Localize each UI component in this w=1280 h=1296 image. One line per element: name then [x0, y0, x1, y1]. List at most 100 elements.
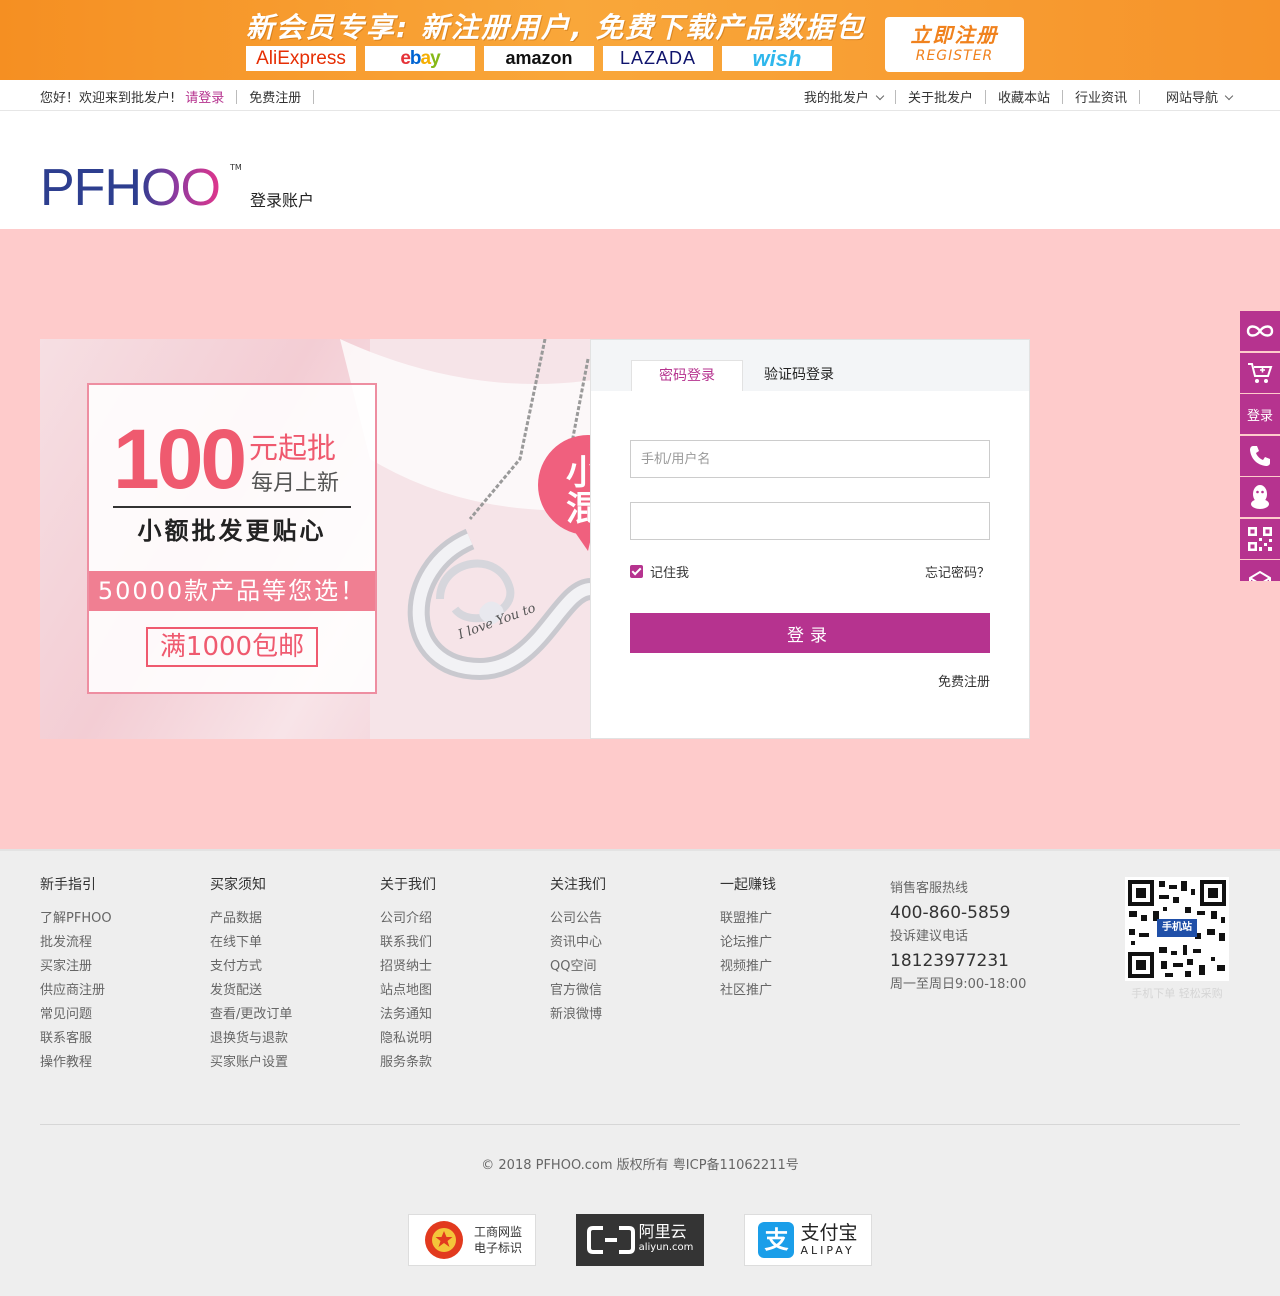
- mail-icon[interactable]: [1240, 560, 1280, 581]
- checkbox-checked-icon: [630, 565, 643, 578]
- cart-icon[interactable]: [1240, 352, 1280, 393]
- infinity-icon[interactable]: [1240, 311, 1280, 351]
- trust-badges: 工商网监 电子标识 阿里云 aliyun.com 支 支付宝 ALIPAY: [408, 1214, 912, 1266]
- footer-link[interactable]: 视频推广: [720, 955, 880, 979]
- remember-me-checkbox[interactable]: 记住我: [630, 562, 689, 581]
- emblem-icon: [424, 1221, 463, 1259]
- footer-col-about: 关于我们 公司介绍 联系我们 招贤纳士 站点地图 法务通知 隐私说明 服务条款: [380, 875, 540, 1075]
- footer-link[interactable]: 在线下单: [210, 931, 370, 955]
- aliexpress-logo: AliExpress: [246, 46, 356, 71]
- wish-logo: wish: [722, 46, 832, 71]
- footer-link[interactable]: 买家注册: [40, 955, 200, 979]
- footer-link[interactable]: QQ空间: [550, 955, 710, 979]
- footer-link[interactable]: 论坛推广: [720, 931, 880, 955]
- bubble-text: 小 混: [566, 453, 591, 529]
- aliyun-domain: aliyun.com: [638, 1242, 694, 1253]
- trademark-mark: TM: [230, 163, 242, 172]
- footer-link[interactable]: 社区推广: [720, 979, 880, 1003]
- nav-divider: [236, 89, 238, 104]
- footer-link[interactable]: 查看/更改订单: [210, 1003, 370, 1027]
- industry-news-link[interactable]: 行业资讯: [1075, 87, 1127, 106]
- bookmark-link[interactable]: 收藏本站: [998, 87, 1050, 106]
- footer-link[interactable]: 买家账户设置: [210, 1051, 370, 1075]
- footer-link[interactable]: 新浪微博: [550, 1003, 710, 1027]
- qr-badge-text: 手机站: [1162, 922, 1192, 933]
- ebay-logo: ebay: [365, 46, 475, 71]
- promo-card: 100 元起批 每月上新 小额批发更贴心 50000款产品等您选！ 满1000包…: [87, 383, 377, 694]
- footer-col-title: 新手指引: [40, 877, 96, 893]
- gongshang-badge[interactable]: 工商网监 电子标识: [408, 1214, 536, 1266]
- register-link[interactable]: 免费注册: [249, 87, 301, 106]
- my-account-menu[interactable]: 我的批发户: [804, 87, 885, 106]
- footer-link[interactable]: 联盟推广: [720, 907, 880, 931]
- footer-link[interactable]: 站点地图: [380, 979, 540, 1003]
- footer-link[interactable]: 退换货与退款: [210, 1027, 370, 1051]
- footer-col-title: 关于我们: [380, 877, 436, 893]
- footer-link[interactable]: 批发流程: [40, 931, 200, 955]
- footer-link[interactable]: 服务条款: [380, 1051, 540, 1075]
- register-button-sublabel: REGISTER: [915, 48, 994, 64]
- nav-divider: [1061, 89, 1063, 104]
- footer-link[interactable]: 发货配送: [210, 979, 370, 1003]
- pfhoo-logo-graphic: PFHOO: [40, 159, 221, 217]
- top-promo-banner[interactable]: 新会员专享: 新注册用户, 免费下载产品数据包 AliExpress ebay …: [0, 0, 1280, 80]
- footer-link[interactable]: 资讯中心: [550, 931, 710, 955]
- copyright-text: © 2018 PFHOO.com 版权所有 粤ICP备11062211号: [481, 1158, 799, 1173]
- float-login-button[interactable]: 登录: [1240, 394, 1280, 434]
- login-link[interactable]: 请登录: [185, 87, 224, 106]
- alipay-text: 支付宝: [800, 1222, 858, 1244]
- footer-link[interactable]: 招贤纳士: [380, 955, 540, 979]
- footer-link[interactable]: 支付方式: [210, 955, 370, 979]
- footer-link[interactable]: 法务通知: [380, 1003, 540, 1027]
- footer-col-title: 买家须知: [210, 877, 266, 893]
- promo-free-shipping: 满1000包邮: [146, 627, 318, 667]
- qq-icon[interactable]: [1240, 477, 1280, 517]
- login-tabs: 密码登录 验证码登录: [591, 340, 1029, 391]
- forgot-password-link[interactable]: 忘记密码？: [925, 562, 990, 581]
- footer-link[interactable]: 常见问题: [40, 1003, 200, 1027]
- sales-hotline-label: 销售客服热线: [890, 881, 969, 896]
- promo-big-number: 100: [113, 412, 247, 506]
- footer-link[interactable]: 供应商注册: [40, 979, 200, 1003]
- site-nav-menu[interactable]: 网站导航: [1166, 87, 1234, 106]
- banner-title: 新会员专享: 新注册用户, 免费下载产品数据包: [246, 11, 866, 44]
- footer-link[interactable]: 操作教程: [40, 1051, 200, 1075]
- alipay-icon: 支: [758, 1222, 795, 1258]
- footer-link[interactable]: 公司公告: [550, 907, 710, 931]
- footer-col-guide: 新手指引 了解PFHOO 批发流程 买家注册 供应商注册 常见问题 联系客服 操…: [40, 875, 200, 1075]
- promo-yuan-text: 元起批: [249, 431, 337, 465]
- svg-text:PFHOO: PFHOO: [40, 159, 220, 209]
- footer-contact: 销售客服热线 400-860-5859 投诉建议电话 18123977231 周…: [890, 877, 1090, 997]
- footer-link[interactable]: 隐私说明: [380, 1027, 540, 1051]
- footer-link[interactable]: 联系我们: [380, 931, 540, 955]
- float-login-label: 登录: [1246, 408, 1273, 424]
- amazon-logo: amazon: [484, 46, 594, 71]
- login-button[interactable]: 登录: [630, 613, 990, 653]
- footer-link[interactable]: 了解PFHOO: [40, 907, 200, 931]
- footer-col-follow: 关注我们 公司公告 资讯中心 QQ空间 官方微信 新浪微博: [550, 875, 710, 1027]
- greeting-text: 您好！欢迎来到批发户!: [40, 91, 176, 106]
- chevron-down-icon: [1224, 91, 1234, 101]
- footer-link[interactable]: 公司介绍: [380, 907, 540, 931]
- promo-image[interactable]: I love You to 小 混 100 元起批 每月上新 小额批发更贴心 5…: [40, 339, 591, 739]
- about-link[interactable]: 关于批发户: [908, 87, 973, 106]
- nav-divider: [984, 89, 986, 104]
- tab-password-login[interactable]: 密码登录: [631, 360, 743, 391]
- footer-col-title: 关注我们: [550, 877, 606, 893]
- footer-link[interactable]: 联系客服: [40, 1027, 200, 1051]
- pfhoo-logo[interactable]: PFHOO: [40, 159, 240, 217]
- aliyun-badge[interactable]: 阿里云 aliyun.com: [576, 1214, 704, 1266]
- banner-register-button[interactable]: 立即注册 REGISTER: [885, 17, 1024, 72]
- complaint-label: 投诉建议电话: [890, 929, 969, 944]
- username-input[interactable]: [630, 440, 990, 478]
- tab-code-login[interactable]: 验证码登录: [743, 360, 855, 391]
- password-input[interactable]: [630, 502, 990, 540]
- alipay-badge[interactable]: 支 支付宝 ALIPAY: [744, 1214, 872, 1266]
- free-register-link[interactable]: 免费注册: [938, 671, 990, 690]
- bubble-tail: [570, 525, 591, 551]
- top-nav: 您好！欢迎来到批发户! 请登录 免费注册 我的批发户 关于批发户 收藏本站 行业…: [0, 80, 1280, 111]
- qr-icon[interactable]: [1240, 518, 1280, 559]
- footer-link[interactable]: 官方微信: [550, 979, 710, 1003]
- phone-icon[interactable]: [1240, 435, 1280, 476]
- footer-link[interactable]: 产品数据: [210, 907, 370, 931]
